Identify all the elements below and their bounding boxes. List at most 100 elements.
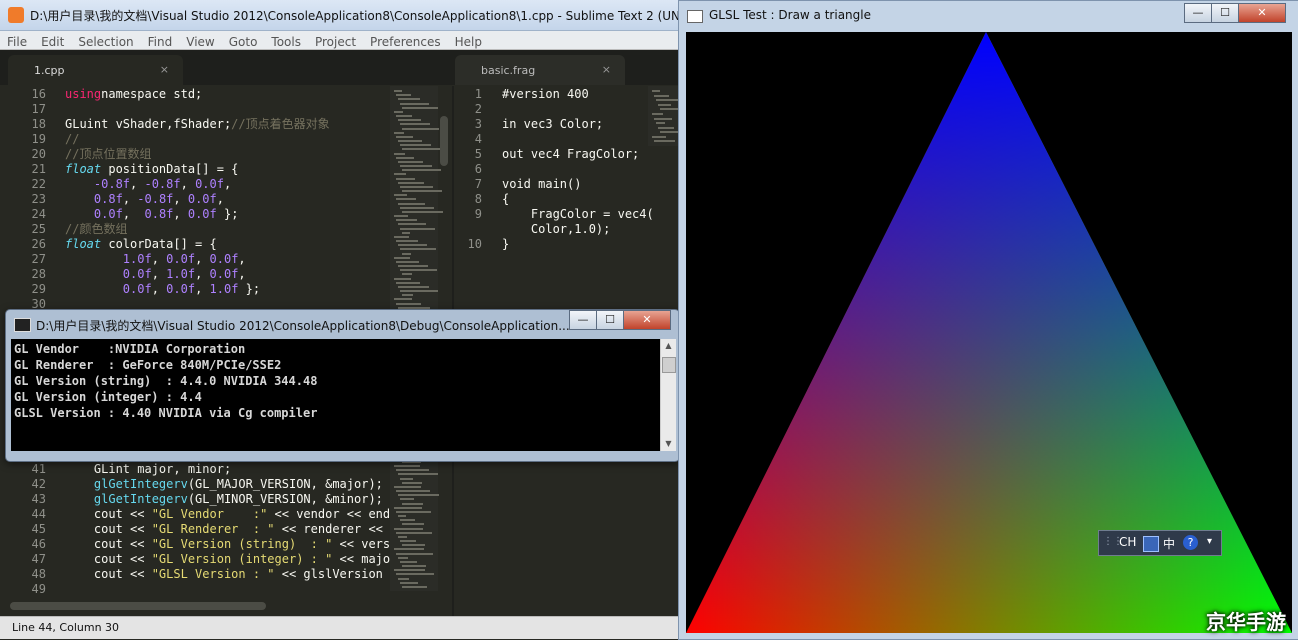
code-line: 4 bbox=[454, 132, 649, 147]
minimap-line bbox=[398, 98, 420, 101]
minimap-line bbox=[394, 569, 425, 572]
line-number: 3 bbox=[474, 117, 482, 131]
code-line: 48 cout << "GLSL Version : " << glslVers… bbox=[0, 567, 405, 582]
tab-label: basic.frag bbox=[481, 64, 536, 77]
minimap-line bbox=[660, 131, 680, 134]
menu-file[interactable]: File bbox=[0, 34, 34, 49]
line-number: 49 bbox=[31, 582, 46, 596]
code-area-right: 1 #version 400 2 3 in vec3 Color; 4 5 out vec4 … bbox=[454, 86, 654, 261]
menu-selection[interactable]: Selection bbox=[71, 34, 140, 49]
code-text: 0.8f, -0.8f, 0.0f, bbox=[93, 192, 224, 206]
minimap-line bbox=[400, 165, 432, 167]
minimap-line bbox=[400, 123, 430, 126]
scroll-down-icon[interactable]: ▼ bbox=[661, 437, 676, 451]
minimap-line bbox=[402, 252, 411, 255]
tab-close-icon[interactable]: × bbox=[160, 63, 169, 76]
code-text: GLint major, minor; bbox=[65, 462, 232, 476]
ime-help-icon[interactable]: ? bbox=[1183, 535, 1198, 550]
console-titlebar[interactable]: D:\用户目录\我的文档\Visual Studio 2012\ConsoleA… bbox=[14, 315, 569, 337]
line-number: 5 bbox=[474, 147, 482, 161]
code-text: cout << "GLSL Version : " << glslVersion… bbox=[65, 567, 405, 581]
scroll-thumb[interactable] bbox=[662, 357, 676, 373]
minimap-line bbox=[400, 102, 429, 105]
code-line: 9 FragColor = vec4( bbox=[454, 207, 654, 222]
tab-1-cpp[interactable]: 1.cpp × bbox=[8, 55, 183, 85]
menu-find[interactable]: Find bbox=[141, 34, 180, 49]
close-button[interactable]: ✕ bbox=[623, 310, 671, 330]
menu-tools[interactable]: Tools bbox=[264, 34, 308, 49]
menu-project[interactable]: Project bbox=[308, 34, 363, 49]
code-text: //顶点位置数组 bbox=[65, 147, 152, 161]
minimap-line bbox=[398, 556, 408, 559]
minimize-button[interactable]: — bbox=[569, 310, 597, 330]
minimap-line bbox=[394, 277, 411, 280]
console-window: D:\用户目录\我的文档\Visual Studio 2012\ConsoleA… bbox=[5, 309, 680, 462]
code-line: 22 -0.8f, -0.8f, 0.0f, bbox=[0, 177, 390, 192]
minimap-right[interactable] bbox=[648, 86, 680, 146]
close-button[interactable]: ✕ bbox=[1238, 3, 1286, 23]
ime-toolbar[interactable]: ⋮⋮ CH 中 ? ▾ bbox=[1098, 530, 1222, 556]
horizontal-scrollbar[interactable] bbox=[10, 602, 266, 610]
minimap-line bbox=[396, 240, 418, 242]
console-line: GL Vendor :NVIDIA Corporation bbox=[14, 342, 246, 356]
minimap-line bbox=[394, 485, 421, 488]
code-text: -0.8f, -0.8f, 0.0f, bbox=[93, 177, 232, 191]
minimap-line bbox=[396, 115, 412, 117]
minimap-line bbox=[400, 269, 437, 272]
minimap-line bbox=[396, 573, 434, 576]
menu-edit[interactable]: Edit bbox=[34, 34, 71, 49]
code-line: 17 bbox=[0, 102, 390, 117]
sublime-titlebar[interactable]: D:\用户目录\我的文档\Visual Studio 2012\ConsoleA… bbox=[0, 0, 680, 31]
menu-preferences[interactable]: Preferences bbox=[363, 34, 448, 49]
minimap-line bbox=[654, 140, 675, 143]
tab-close-icon[interactable]: × bbox=[602, 63, 611, 76]
menu-bar: File Edit Selection Find View Goto Tools Projec… bbox=[0, 31, 680, 50]
minimap-line bbox=[396, 135, 413, 138]
minimize-button[interactable]: — bbox=[1184, 3, 1212, 23]
line-number: 25 bbox=[31, 222, 46, 236]
minimap-line bbox=[398, 140, 422, 142]
code-line: 45 cout << "GL Renderer : " << renderer … bbox=[0, 522, 405, 537]
minimap-line bbox=[394, 131, 404, 134]
watermark: 京华手游 bbox=[1206, 610, 1286, 634]
scrollbar-left[interactable] bbox=[440, 116, 448, 166]
ime-language-toggle[interactable]: 中 bbox=[1163, 535, 1175, 552]
status-bar: Line 44, Column 30 bbox=[0, 616, 680, 639]
console-output[interactable]: GL Vendor :NVIDIA Corporation GL Renderer… bbox=[11, 339, 660, 451]
line-number: 18 bbox=[31, 117, 46, 131]
glsl-window-title: GLSL Test : Draw a triangle bbox=[709, 8, 871, 22]
menu-help[interactable]: Help bbox=[448, 34, 489, 49]
minimap-line bbox=[398, 223, 426, 226]
ime-options-icon[interactable]: ▾ bbox=[1207, 536, 1212, 547]
code-text: 1.0f, 0.0f, 0.0f, bbox=[122, 252, 246, 266]
line-number: 10 bbox=[467, 237, 482, 251]
minimap-line bbox=[394, 527, 423, 530]
minimap-line bbox=[398, 285, 429, 288]
code-line: 44 cout << "GL Vendor :" << vendor << en… bbox=[0, 507, 405, 522]
minimap-line bbox=[396, 510, 431, 513]
tab-basic-frag[interactable]: basic.frag × bbox=[455, 55, 625, 85]
code-text: usingnamespace std; bbox=[65, 87, 203, 101]
maximize-button[interactable]: ☐ bbox=[1211, 3, 1239, 23]
code-line: 18 GLuint vShader,fShader;//顶点着色器对象 bbox=[0, 117, 390, 132]
minimap-line bbox=[398, 244, 427, 247]
code-text: in vec3 Color; bbox=[502, 117, 604, 131]
ime-settings-icon[interactable] bbox=[1143, 536, 1159, 552]
ime-mode-toggle[interactable]: CH bbox=[1119, 535, 1136, 549]
minimap-line bbox=[402, 565, 426, 567]
code-line: 27 1.0f, 0.0f, 0.0f, bbox=[0, 252, 390, 267]
minimap-line bbox=[658, 126, 674, 129]
line-number: 48 bbox=[31, 567, 46, 581]
code-area-top: 16 usingnamespace std; 17 18 GLuint vShader,… bbox=[0, 86, 390, 316]
minimap-line bbox=[400, 206, 434, 209]
minimap-line bbox=[402, 294, 413, 297]
minimap-line bbox=[398, 535, 407, 538]
code-text: out vec4 FragColor; bbox=[502, 147, 640, 161]
console-scrollbar[interactable]: ▲ ▼ bbox=[660, 339, 676, 451]
menu-goto[interactable]: Goto bbox=[222, 34, 265, 49]
minimap-line bbox=[396, 552, 433, 555]
menu-view[interactable]: View bbox=[179, 34, 221, 49]
maximize-button[interactable]: ☐ bbox=[596, 310, 624, 330]
scroll-up-icon[interactable]: ▲ bbox=[661, 339, 676, 353]
minimap-line bbox=[402, 273, 412, 276]
